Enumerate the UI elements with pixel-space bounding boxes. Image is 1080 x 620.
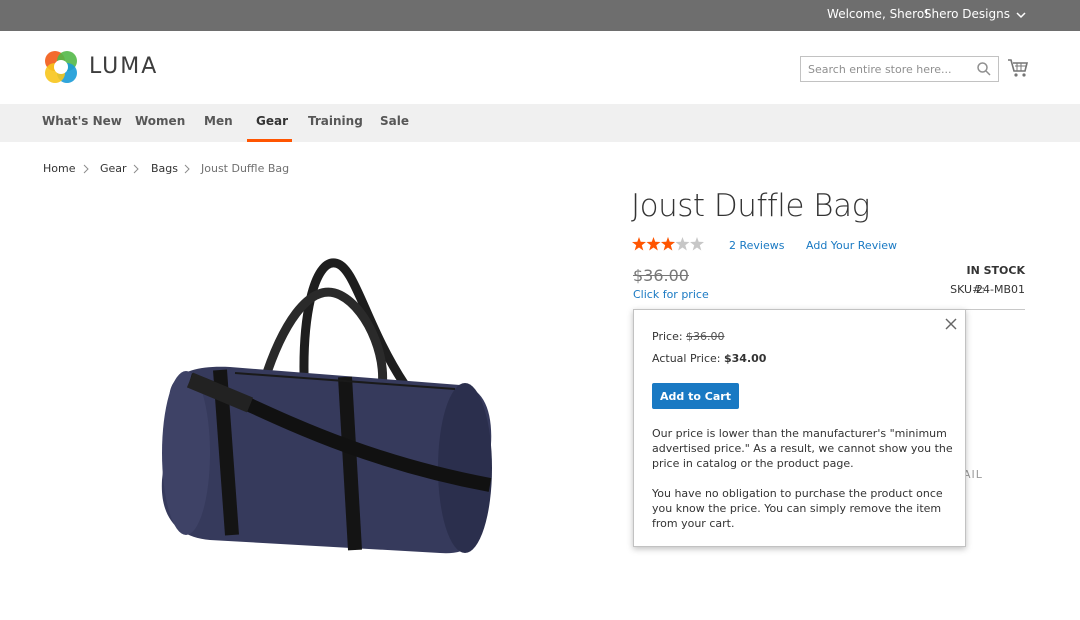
star-icon: [690, 237, 704, 251]
search-box: [800, 56, 999, 82]
star-icon: [661, 237, 675, 251]
breadcrumb: Home Gear Bags Joust Duffle Bag: [43, 162, 343, 176]
breadcrumb-bags[interactable]: Bags: [151, 162, 178, 175]
nav-item-gear[interactable]: Gear: [256, 114, 288, 128]
map-price-popup: Price: $36.00 Actual Price: $34.00 Add t…: [633, 309, 966, 547]
chevron-right-icon: [184, 164, 190, 174]
breadcrumb-current: Joust Duffle Bag: [201, 162, 290, 175]
add-review-link[interactable]: Add Your Review: [806, 239, 897, 252]
popup-message-1: Our price is lower than the manufacturer…: [652, 427, 953, 470]
nav-active-indicator: [247, 139, 292, 142]
breadcrumb-home[interactable]: Home: [43, 162, 75, 175]
luma-logo-icon: [45, 51, 77, 83]
sku-value: 24-MB01: [975, 283, 1025, 296]
search-input[interactable]: [801, 57, 971, 81]
add-to-cart-button[interactable]: Add to Cart: [652, 383, 739, 409]
chevron-down-icon: [1016, 12, 1026, 19]
main-nav: What's New Women Men Gear Training Sale: [0, 104, 1080, 142]
breadcrumb-gear[interactable]: Gear: [100, 162, 127, 175]
chevron-right-icon: [83, 164, 89, 174]
chevron-right-icon: [133, 164, 139, 174]
nav-item-whats-new[interactable]: What's New: [42, 114, 122, 128]
product-title: Joust Duffle Bag: [631, 188, 870, 224]
old-price: $36.00: [633, 266, 689, 285]
star-icon: [632, 237, 646, 251]
welcome-message: Welcome, Shero!: [827, 7, 929, 21]
star-icon: [646, 237, 661, 251]
reviews-link[interactable]: 2 Reviews: [729, 239, 784, 252]
popup-price-row: Price: $36.00: [652, 330, 725, 343]
rating-stars: [632, 237, 704, 251]
popup-actual-value: $34.00: [724, 352, 767, 365]
popup-price-value: $36.00: [686, 330, 725, 343]
search-icon[interactable]: [976, 61, 992, 77]
nav-item-training[interactable]: Training: [308, 114, 363, 128]
logo-text: LUMA: [89, 54, 159, 79]
top-bar: Welcome, Shero! Shero Designs: [0, 0, 1080, 31]
account-name: Shero Designs: [923, 7, 1010, 21]
popup-price-label: Price:: [652, 330, 687, 343]
popup-actual-label: Actual Price:: [652, 352, 724, 365]
popup-actual-row: Actual Price: $34.00: [652, 352, 766, 365]
popup-message-2: You have no obligation to purchase the p…: [652, 487, 943, 530]
star-icon: [675, 237, 690, 251]
stock-status: IN STOCK: [966, 264, 1025, 277]
nav-item-sale[interactable]: Sale: [380, 114, 409, 128]
account-menu[interactable]: Shero Designs: [924, 7, 1026, 21]
product-image[interactable]: [150, 255, 500, 565]
cart-icon[interactable]: [1007, 58, 1029, 78]
close-icon[interactable]: [944, 317, 958, 331]
nav-item-men[interactable]: Men: [204, 114, 233, 128]
click-for-price-link[interactable]: Click for price: [633, 288, 709, 301]
nav-item-women[interactable]: Women: [135, 114, 185, 128]
